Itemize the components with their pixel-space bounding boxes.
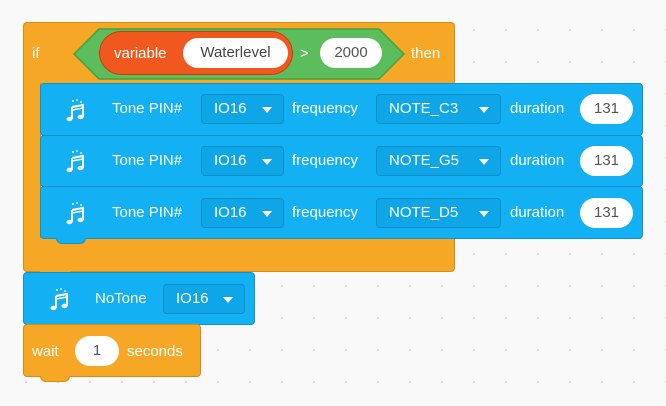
duration-label: duration bbox=[510, 100, 565, 117]
tone-block-bottom-tab bbox=[56, 238, 86, 244]
dropdown-arrow-icon bbox=[262, 107, 272, 113]
music-note-icon bbox=[66, 99, 84, 122]
music-note-icon bbox=[50, 288, 68, 311]
pin-dropdown[interactable]: IO16 bbox=[201, 198, 284, 228]
operator-symbol: > bbox=[300, 45, 309, 62]
seconds-label: seconds bbox=[127, 343, 183, 360]
dropdown-arrow-icon bbox=[479, 211, 489, 217]
dropdown-arrow-icon bbox=[479, 107, 489, 113]
notone-label: NoTone bbox=[95, 290, 147, 307]
music-note-icon bbox=[66, 202, 84, 225]
wait-block-bottom-tab bbox=[40, 376, 70, 382]
if-block-bottom bbox=[23, 238, 455, 272]
duration-field[interactable]: 131 bbox=[580, 146, 633, 176]
tone-label: Tone PIN# bbox=[112, 100, 183, 117]
duration-field[interactable]: 131 bbox=[580, 198, 633, 228]
variable-name-field[interactable]: Waterlevel bbox=[183, 38, 288, 68]
music-note-icon bbox=[66, 150, 84, 173]
wait-value-field[interactable]: 1 bbox=[75, 336, 119, 366]
frequency-label: frequency bbox=[292, 152, 358, 169]
if-block-arm bbox=[23, 83, 41, 239]
dropdown-arrow-icon bbox=[262, 159, 272, 165]
dropdown-arrow-icon bbox=[262, 211, 272, 217]
variable-label: variable bbox=[114, 45, 167, 62]
comparison-value-field[interactable]: 2000 bbox=[320, 38, 382, 68]
duration-label: duration bbox=[510, 152, 565, 169]
tone-label: Tone PIN# bbox=[112, 204, 183, 221]
note-dropdown[interactable]: NOTE_C3 bbox=[376, 94, 501, 124]
duration-label: duration bbox=[510, 204, 565, 221]
frequency-label: frequency bbox=[292, 100, 358, 117]
dropdown-arrow-icon bbox=[223, 297, 233, 303]
then-label: then bbox=[411, 45, 441, 62]
tone-label: Tone PIN# bbox=[112, 152, 183, 169]
wait-label: wait bbox=[32, 343, 59, 360]
notone-pin-dropdown[interactable]: IO16 bbox=[163, 284, 245, 314]
dropdown-arrow-icon bbox=[479, 159, 489, 165]
frequency-label: frequency bbox=[292, 204, 358, 221]
duration-field[interactable]: 131 bbox=[580, 94, 633, 124]
if-label: if bbox=[32, 45, 40, 62]
note-dropdown[interactable]: NOTE_G5 bbox=[376, 146, 501, 176]
pin-dropdown[interactable]: IO16 bbox=[201, 146, 284, 176]
note-dropdown[interactable]: NOTE_D5 bbox=[376, 198, 501, 228]
pin-dropdown[interactable]: IO16 bbox=[201, 94, 284, 124]
